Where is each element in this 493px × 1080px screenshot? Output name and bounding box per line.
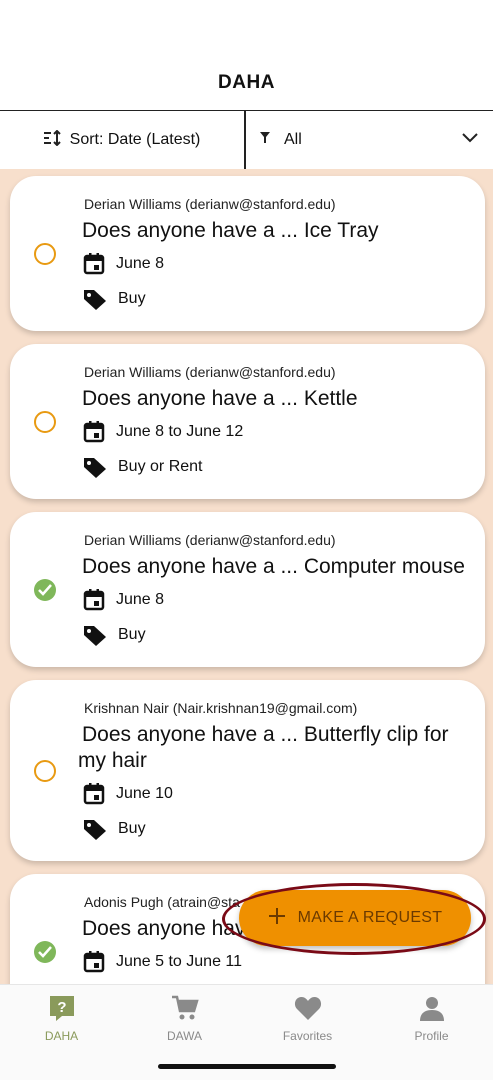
home-indicator: [158, 1064, 336, 1069]
request-dates: June 8 to June 12: [116, 423, 244, 440]
requester-name: Derian Williams (derianw@stanford.edu): [84, 196, 336, 212]
calendar-icon: [82, 420, 106, 444]
request-title: Does anyone have a ... Ice Tray: [82, 219, 379, 242]
tab-label: DAWA: [166, 1029, 203, 1043]
request-title: Does anyone have a ... Butterfly clip fo…: [78, 723, 449, 772]
tab-favorites[interactable]: Favorites: [246, 993, 369, 1043]
type-row: Buy: [82, 287, 146, 311]
requester-name: Derian Williams (derianw@stanford.edu): [84, 532, 336, 548]
status-fulfilled-icon[interactable]: [34, 941, 56, 963]
tab-label: DAHA: [44, 1029, 79, 1043]
page-title: DAHA: [218, 72, 275, 93]
requester-name: Krishnan Nair (Nair.krishnan19@gmail.com…: [84, 700, 358, 716]
calendar-icon: [82, 950, 106, 974]
request-dates: June 8: [116, 255, 165, 272]
filter-icon: [260, 131, 270, 149]
list-toolbar: Sort: Date (Latest) All: [0, 110, 493, 170]
tab-dawa[interactable]: DAWA: [123, 993, 246, 1043]
sort-label: Sort: Date (Latest): [69, 131, 201, 148]
request-type: Buy: [118, 820, 146, 837]
requester-name: Adonis Pugh (atrain@sta: [84, 894, 240, 910]
request-type: Buy: [118, 290, 146, 307]
tag-icon: [82, 287, 108, 311]
filter-label: All: [284, 131, 302, 148]
status-open-icon[interactable]: [34, 760, 56, 782]
tag-icon: [82, 455, 108, 479]
request-card[interactable]: Derian Williams (derianw@stanford.edu) D…: [10, 176, 485, 331]
request-dates: June 10: [116, 785, 173, 802]
tab-daha[interactable]: ? DAHA: [0, 993, 123, 1043]
sort-button[interactable]: Sort: Date (Latest): [0, 111, 246, 169]
svg-text:?: ?: [57, 999, 66, 1016]
status-open-icon[interactable]: [34, 411, 56, 433]
request-title: Does anyone have a ... Computer mouse: [82, 555, 465, 578]
calendar-icon: [82, 252, 106, 276]
tab-label: Profile: [414, 1029, 449, 1043]
person-icon: [370, 993, 493, 1023]
tab-label: Favorites: [282, 1029, 333, 1043]
date-row: June 8 to June 12: [82, 420, 243, 444]
request-card[interactable]: Krishnan Nair (Nair.krishnan19@gmail.com…: [10, 680, 485, 861]
tag-icon: [82, 817, 108, 841]
tab-profile[interactable]: Profile: [370, 993, 493, 1043]
question-bubble-icon: ?: [0, 993, 123, 1023]
filter-dropdown[interactable]: All: [246, 111, 493, 169]
type-row: Buy: [82, 623, 146, 647]
request-card[interactable]: Derian Williams (derianw@stanford.edu) D…: [10, 344, 485, 499]
request-list: Derian Williams (derianw@stanford.edu) D…: [0, 169, 493, 984]
date-row: June 8: [82, 252, 164, 276]
request-dates: June 8: [116, 591, 165, 608]
request-type: Buy or Rent: [118, 458, 203, 475]
tag-icon: [82, 623, 108, 647]
status-fulfilled-icon[interactable]: [34, 579, 56, 601]
calendar-icon: [82, 782, 106, 806]
date-row: June 5 to June 11: [82, 950, 242, 974]
status-open-icon[interactable]: [34, 243, 56, 265]
request-title: Does anyone have a ... Kettle: [82, 387, 358, 410]
type-row: Buy: [82, 817, 146, 841]
sort-icon: [43, 129, 62, 151]
request-type: Buy: [118, 626, 146, 643]
heart-icon: [246, 993, 369, 1023]
calendar-icon: [82, 588, 106, 612]
request-card[interactable]: Derian Williams (derianw@stanford.edu) D…: [10, 512, 485, 667]
cart-icon: [123, 993, 246, 1023]
app-header: DAHA: [0, 0, 493, 110]
plus-icon: [268, 907, 286, 930]
type-row: Buy or Rent: [82, 455, 202, 479]
chevron-down-icon: [461, 131, 479, 149]
requester-name: Derian Williams (derianw@stanford.edu): [84, 364, 336, 380]
make-request-button[interactable]: MAKE A REQUEST: [239, 890, 471, 946]
request-dates: June 5 to June 11: [116, 953, 243, 970]
make-request-label: MAKE A REQUEST: [297, 909, 443, 926]
date-row: June 8: [82, 588, 164, 612]
date-row: June 10: [82, 782, 173, 806]
